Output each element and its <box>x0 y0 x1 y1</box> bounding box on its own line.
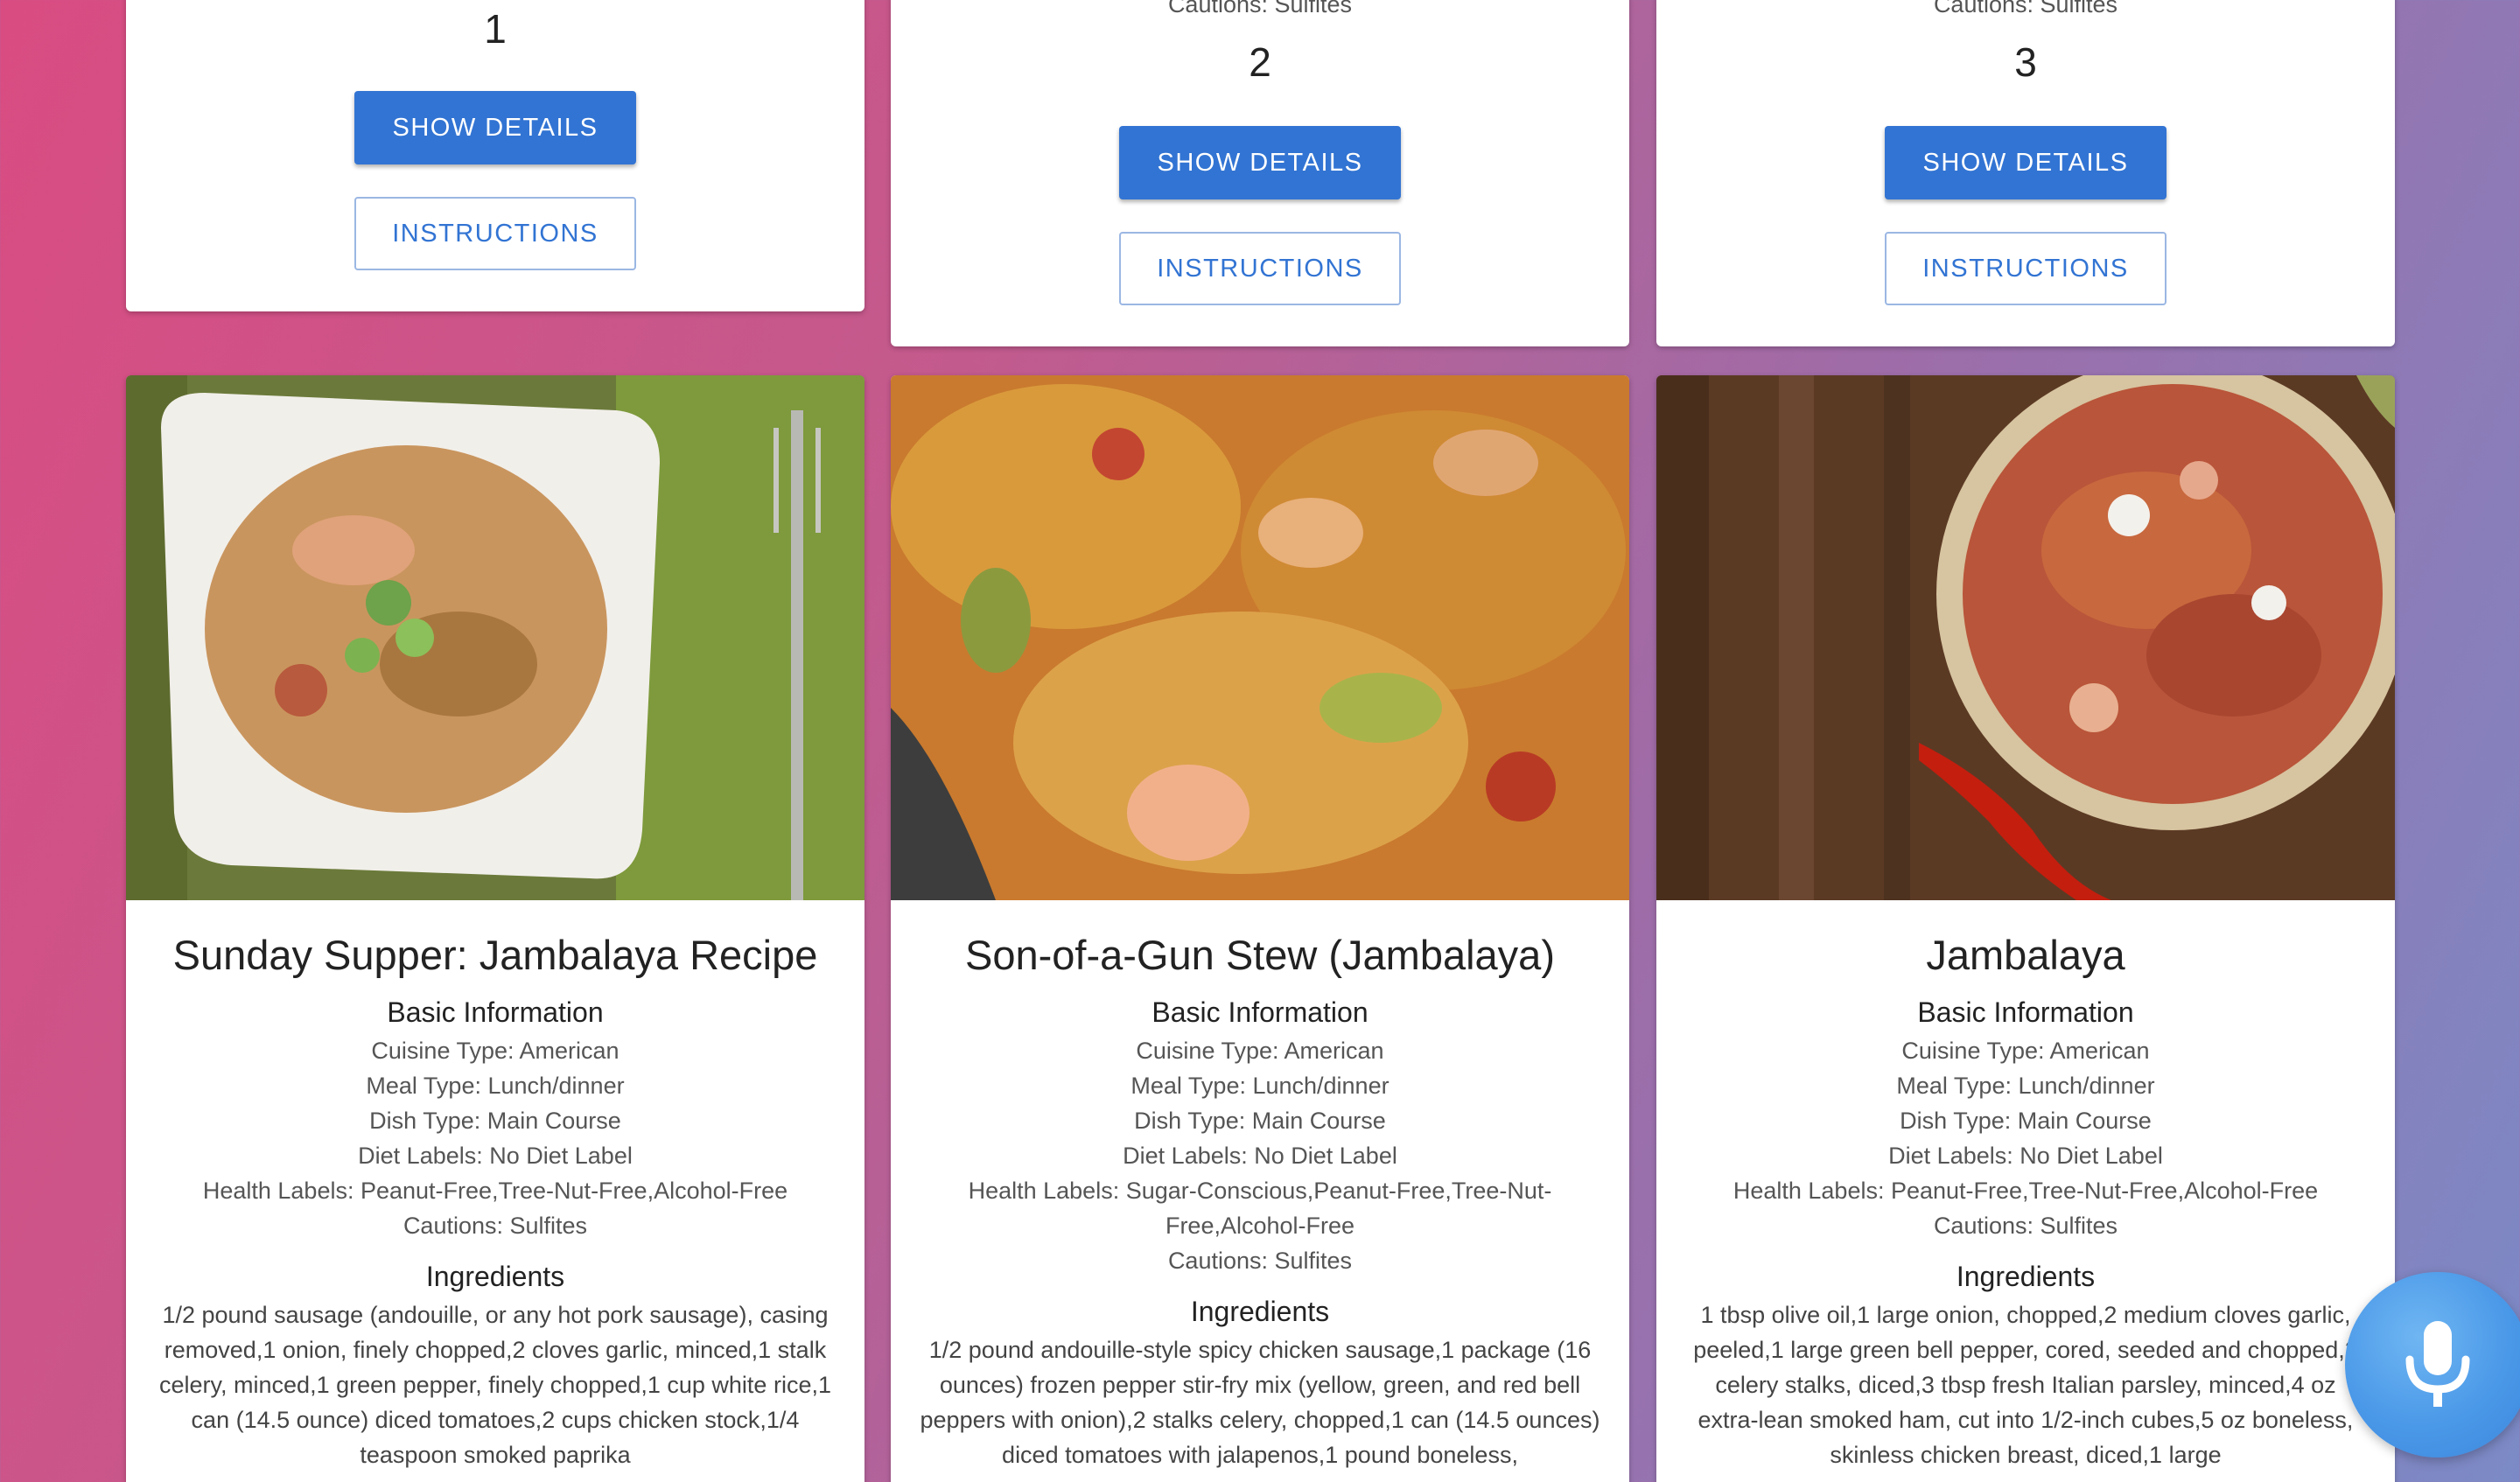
dish-type: Dish Type: Main Course <box>1134 1108 1386 1134</box>
health-labels: Health Labels: Sugar-Conscious,Peanut-Fr… <box>968 1178 1552 1239</box>
instructions-button[interactable]: INSTRUCTIONS <box>1119 232 1401 305</box>
cuisine-type: Cuisine Type: American <box>1136 1038 1384 1064</box>
health-labels: Health Labels: Peanut-Free,Tree-Nut-Free… <box>1732 1178 2319 1204</box>
dish-type: Dish Type: Main Course <box>369 1108 621 1134</box>
ingredients-heading: Ingredients <box>1190 1296 1330 1327</box>
recipe-card-1-top: 1 SHOW DETAILS INSTRUCTIONS <box>126 0 864 311</box>
instructions-button[interactable]: INSTRUCTIONS <box>1885 232 2166 305</box>
basic-info-heading: Basic Information <box>387 996 604 1028</box>
recipe-title: Son-of-a-Gun Stew (Jambalaya) <box>965 932 1555 978</box>
recipe-image <box>1656 375 2395 900</box>
cautions: Cautions: Sulfites <box>1933 1213 2118 1239</box>
diet-labels: Diet Labels: No Diet Label <box>358 1143 633 1169</box>
recipe-title: Sunday Supper: Jambalaya Recipe <box>172 932 818 978</box>
diet-labels: Diet Labels: No Diet Label <box>1888 1143 2163 1169</box>
recipe-number: 2 <box>1249 39 1271 85</box>
show-details-button[interactable]: SHOW DETAILS <box>1119 126 1401 199</box>
ingredients-list: 1/2 pound sausage (andouille, or any hot… <box>159 1302 831 1468</box>
recipe-card-2-top: Cautions: Sulfites 2 SHOW DETAILS INSTRU… <box>891 0 1629 346</box>
recipe-card-6: Jambalaya Basic Information Cuisine Type… <box>1656 375 2395 1482</box>
ingredients-list: 1 tbsp olive oil,1 large onion, chopped,… <box>1693 1302 2358 1468</box>
diet-labels: Diet Labels: No Diet Label <box>1123 1143 1397 1169</box>
meal-type: Meal Type: Lunch/dinner <box>1130 1073 1390 1099</box>
instructions-button[interactable]: INSTRUCTIONS <box>354 197 636 270</box>
cautions: Cautions: Sulfites <box>1167 1248 1353 1274</box>
health-labels: Health Labels: Peanut-Free,Tree-Nut-Free… <box>202 1178 788 1204</box>
recipe-card-4: Sunday Supper: Jambalaya Recipe Basic In… <box>126 375 864 1482</box>
cautions-text: Cautions: Sulfites <box>1167 0 1353 17</box>
basic-info-heading: Basic Information <box>1152 996 1368 1028</box>
voice-search-button[interactable] <box>2345 1272 2520 1458</box>
cautions: Cautions: Sulfites <box>402 1213 588 1239</box>
recipe-card-3-top: Cautions: Sulfites 3 SHOW DETAILS INSTRU… <box>1656 0 2395 346</box>
show-details-button[interactable]: SHOW DETAILS <box>354 91 636 164</box>
dish-type: Dish Type: Main Course <box>1900 1108 2152 1134</box>
cautions-text: Cautions: Sulfites <box>1933 0 2118 17</box>
recipe-image <box>126 375 864 900</box>
ingredients-heading: Ingredients <box>425 1261 565 1292</box>
microphone-icon <box>2405 1321 2470 1407</box>
recipe-number: 3 <box>2014 39 2037 85</box>
recipe-title: Jambalaya <box>1926 932 2125 978</box>
cuisine-type: Cuisine Type: American <box>1901 1038 2150 1064</box>
basic-info-heading: Basic Information <box>1917 996 2134 1028</box>
ingredients-heading: Ingredients <box>1956 1261 2096 1292</box>
recipe-number: 1 <box>484 6 507 52</box>
recipe-image <box>891 375 1629 900</box>
meal-type: Meal Type: Lunch/dinner <box>366 1073 625 1099</box>
show-details-button[interactable]: SHOW DETAILS <box>1885 126 2166 199</box>
meal-type: Meal Type: Lunch/dinner <box>1896 1073 2155 1099</box>
ingredients-list: 1/2 pound andouille-style spicy chicken … <box>920 1337 1600 1468</box>
recipe-card-5: Son-of-a-Gun Stew (Jambalaya) Basic Info… <box>891 375 1629 1482</box>
cuisine-type: Cuisine Type: American <box>371 1038 620 1064</box>
